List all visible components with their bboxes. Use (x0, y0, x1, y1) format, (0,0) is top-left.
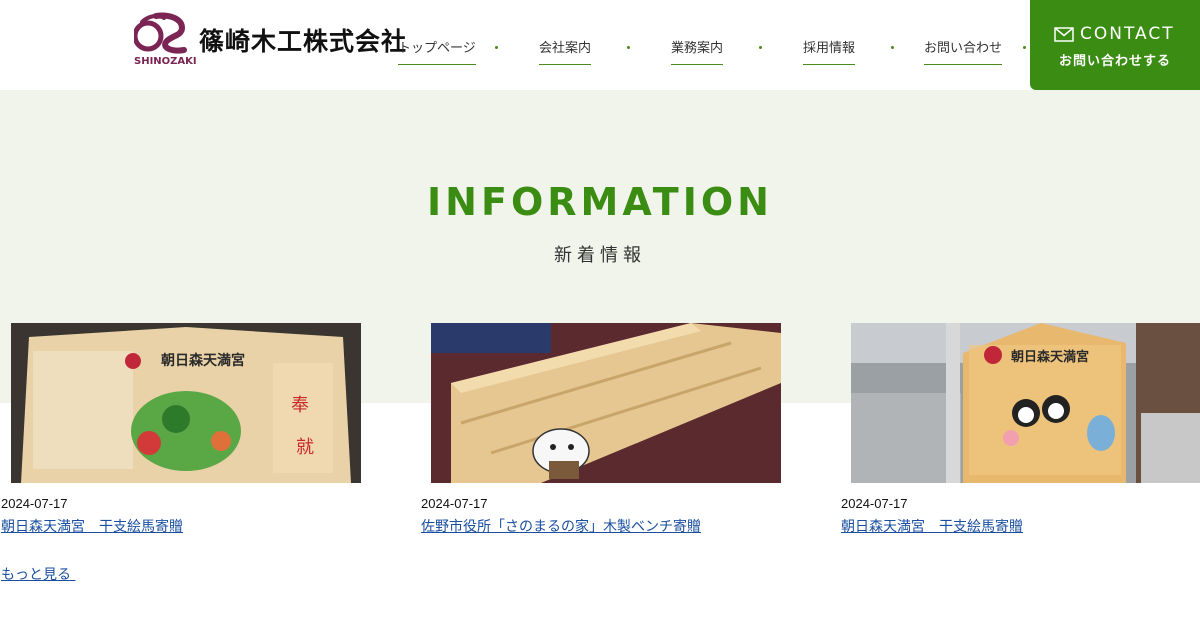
thumbnail-text: 朝日森天満宮 (161, 352, 245, 369)
nav-separator (1023, 46, 1026, 49)
nav-item-top[interactable]: トップページ (398, 37, 476, 65)
nav-separator (759, 46, 762, 49)
logo-mark-icon (134, 12, 187, 54)
svg-text:奉: 奉 (291, 395, 309, 416)
post-date: 2024-07-17 (1, 496, 68, 511)
contact-heading: CONTACT (1054, 24, 1175, 44)
company-logo[interactable]: SHINOZAKI (134, 12, 197, 70)
post-title-link[interactable]: 朝日森天満宮 干支絵馬寄贈 (841, 516, 1023, 536)
news-thumbnail[interactable]: 朝日森天満宮 奉 就 (11, 323, 361, 483)
section-title: INFORMATION (427, 180, 773, 224)
logo-text: SHINOZAKI (134, 56, 197, 67)
post-title-link[interactable]: 朝日森天満宮 干支絵馬寄贈 (1, 516, 183, 536)
mail-icon (1054, 26, 1074, 42)
thumbnail-text: 朝日森天満宮 (1011, 349, 1089, 365)
post-date: 2024-07-17 (841, 496, 908, 511)
nav-item-inquiry[interactable]: お問い合わせ (924, 37, 1003, 65)
news-card: 朝日森天満宮 2024-07-17 朝日森天満宮 干支絵馬寄贈 (841, 323, 1200, 535)
post-date: 2024-07-17 (421, 496, 488, 511)
news-card: 朝日森天満宮 奉 就 2024-07-17 朝日森天満宮 干支絵馬寄贈 (1, 323, 361, 535)
contact-label-en: CONTACT (1080, 24, 1175, 44)
news-card: 2024-07-17 佐野市役所「さのまるの家」木製ベンチ寄贈 (421, 323, 781, 535)
nav-separator (495, 46, 498, 49)
more-link[interactable]: もっと見る (1, 564, 75, 584)
news-thumbnail[interactable] (431, 323, 781, 483)
section-subtitle: 新着情報 (554, 245, 646, 266)
news-thumbnail[interactable]: 朝日森天満宮 (851, 323, 1200, 483)
contact-button[interactable]: CONTACT お問い合わせする (1030, 0, 1200, 90)
post-title-link[interactable]: 佐野市役所「さのまるの家」木製ベンチ寄贈 (421, 516, 701, 536)
nav-separator (891, 46, 894, 49)
company-name: 篠崎木工株式会社 (199, 27, 408, 56)
svg-text:就: 就 (296, 437, 314, 458)
nav-separator (627, 46, 630, 49)
site-header: SHINOZAKI 篠崎木工株式会社 トップページ 会社案内 業務案内 採用情報… (0, 0, 1200, 90)
contact-label-ja: お問い合わせする (1058, 54, 1171, 69)
nav-item-company[interactable]: 会社案内 (539, 37, 592, 65)
nav-item-recruit[interactable]: 採用情報 (803, 37, 856, 65)
nav-item-business[interactable]: 業務案内 (671, 37, 724, 65)
